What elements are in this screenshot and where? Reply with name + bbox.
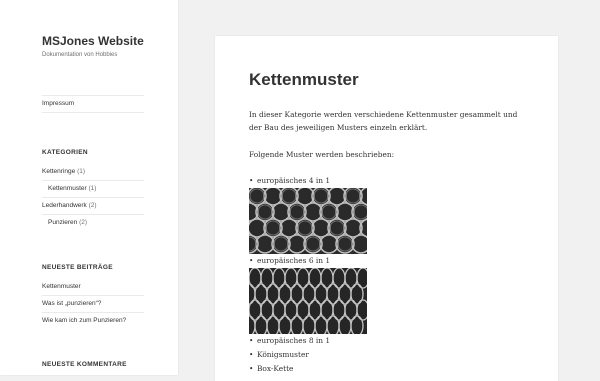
divider xyxy=(42,112,144,113)
category-count: (2) xyxy=(88,202,97,209)
main-content: Kettenmuster In dieser Kategorie werden … xyxy=(215,36,558,381)
pattern-label: europäisches 4 in 1 xyxy=(257,176,331,185)
recent-post-link[interactable]: Was ist „punzieren“? xyxy=(42,300,101,307)
bullet-icon: • xyxy=(249,350,254,359)
pattern-label: europäisches 8 in 1 xyxy=(257,336,331,345)
category-item[interactable]: Kettenmuster (1) xyxy=(48,185,96,192)
site-title[interactable]: MSJones Website xyxy=(42,34,144,48)
pattern-label: Königsmuster xyxy=(257,350,309,359)
recent-post-link[interactable]: Kettenmuster xyxy=(42,283,81,290)
pattern-label: Box-Kette xyxy=(257,364,294,373)
nav-link-impressum[interactable]: Impressum xyxy=(42,100,74,107)
intro-paragraph: In dieser Kategorie werden verschiedene … xyxy=(249,110,518,132)
category-item[interactable]: Punzieren (2) xyxy=(48,219,87,226)
recent-comments-heading: NEUESTE KOMMENTARE xyxy=(42,361,127,368)
divider xyxy=(42,95,144,96)
list-item: • europäisches 6 in 1 xyxy=(249,256,330,265)
divider xyxy=(42,214,144,215)
site-description: Dokumentation von Hobbies xyxy=(42,52,118,58)
divider xyxy=(42,197,144,198)
recent-posts-heading: NEUESTE BEITRÄGE xyxy=(42,264,113,271)
category-label[interactable]: Lederhandwerk xyxy=(42,202,87,209)
category-label[interactable]: Kettenringe xyxy=(42,168,75,175)
page-title: Kettenmuster xyxy=(249,70,359,89)
divider xyxy=(42,312,144,313)
category-label[interactable]: Kettenmuster xyxy=(48,185,87,192)
category-label[interactable]: Punzieren xyxy=(48,219,77,226)
divider xyxy=(42,180,144,181)
category-item[interactable]: Lederhandwerk (2) xyxy=(42,202,97,209)
list-item: • europäisches 8 in 1 xyxy=(249,336,330,345)
category-count: (1) xyxy=(88,185,97,192)
bullet-icon: • xyxy=(249,176,254,185)
chainmail-6in1-image[interactable] xyxy=(249,268,367,334)
recent-post-link[interactable]: Wie kam ich zum Punzieren? xyxy=(42,317,126,324)
pattern-label: europäisches 6 in 1 xyxy=(257,256,331,265)
bullet-icon: • xyxy=(249,336,254,345)
bullet-icon: • xyxy=(249,256,254,265)
category-item[interactable]: Kettenringe (1) xyxy=(42,168,85,175)
category-count: (2) xyxy=(79,219,88,226)
sidebar: MSJones Website Dokumentation von Hobbie… xyxy=(0,0,178,375)
category-count: (1) xyxy=(77,168,86,175)
categories-heading: KATEGORIEN xyxy=(42,149,88,156)
list-item: • Königsmuster xyxy=(249,350,309,359)
divider xyxy=(42,295,144,296)
chainmail-6in1-graphic xyxy=(249,268,367,334)
bullet-icon: • xyxy=(249,364,254,373)
chainmail-4in1-graphic xyxy=(249,188,367,254)
chainmail-4in1-image[interactable] xyxy=(249,188,367,254)
lead-paragraph: Folgende Muster werden beschrieben: xyxy=(249,150,395,159)
list-item: • europäisches 4 in 1 xyxy=(249,176,330,185)
list-item: • Box-Kette xyxy=(249,364,293,373)
